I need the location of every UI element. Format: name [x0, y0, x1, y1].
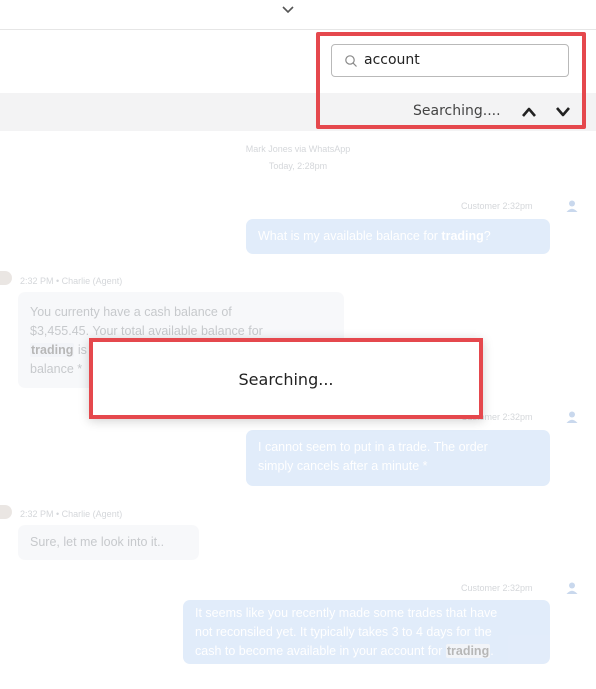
- message-meta: Customer 2:32pm: [461, 583, 533, 593]
- list-item: It seems like you recently made some tra…: [183, 600, 550, 664]
- message-time: 2:32pm: [502, 583, 533, 593]
- search-panel-highlight: [316, 32, 586, 129]
- message-text: It seems like you recently made some tra…: [195, 606, 498, 620]
- searching-dialog: Searching...: [89, 338, 483, 419]
- agent-avatar: [0, 271, 12, 285]
- message-meta: 2:32 PM • Charlie (Agent): [20, 276, 123, 286]
- message-meta: 2:32 PM • Charlie (Agent): [20, 509, 123, 519]
- message-text: ?: [483, 229, 491, 243]
- conversation-date: Today, 2:28pm: [268, 161, 328, 171]
- message-text: What is my available balance for: [258, 229, 442, 243]
- chevron-down-icon[interactable]: [278, 2, 298, 18]
- search-match: trading: [445, 644, 491, 658]
- message-text: is: [74, 343, 87, 357]
- message-meta: Customer 2:32pm: [461, 201, 533, 211]
- list-item: I cannot seem to put in a trade. The ord…: [246, 430, 550, 486]
- message-text: cash to become available in your account…: [195, 644, 446, 658]
- list-item: What is my available balance for trading…: [246, 219, 550, 254]
- message-text: cash to become available in your account…: [195, 642, 538, 661]
- message-text: not reconsiled yet. It typically takes 3…: [195, 625, 492, 639]
- message-text: You currenty have a cash balance of: [30, 305, 232, 319]
- dialog-text: Searching...: [238, 370, 334, 389]
- list-item: Sure, let me look into it..: [18, 525, 199, 560]
- user-icon: [566, 411, 578, 423]
- message-text: simply cancels after a minute *: [258, 459, 428, 473]
- user-icon: [566, 582, 578, 594]
- sender-name: Customer: [461, 583, 501, 593]
- conversation-source: Mark Jones via WhatsApp: [245, 144, 351, 154]
- message-text: I cannot seem to put in a trade. The ord…: [258, 440, 488, 454]
- message-text: Sure, let me look into it..: [30, 535, 165, 549]
- message-time: 2:32pm: [502, 412, 533, 422]
- user-icon: [566, 200, 578, 212]
- message-text: .: [490, 644, 494, 658]
- message-time: 2:32pm: [502, 201, 533, 211]
- search-match: trading: [30, 343, 75, 357]
- sender-name: Customer: [461, 201, 501, 211]
- search-match: trading: [441, 229, 484, 243]
- header-divider: [0, 29, 596, 30]
- agent-avatar: [0, 505, 12, 519]
